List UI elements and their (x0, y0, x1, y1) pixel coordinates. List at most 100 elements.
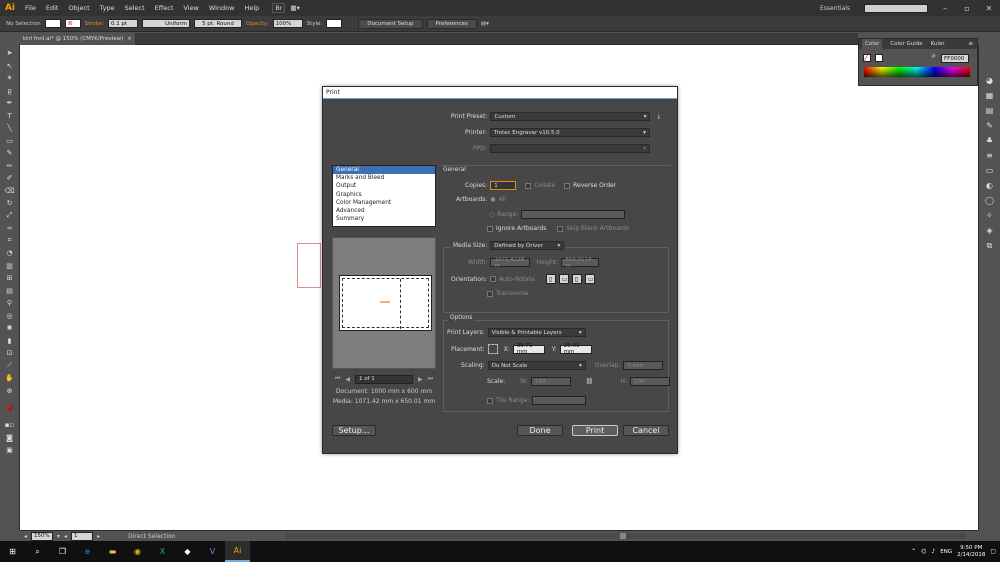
shape-builder-tool-icon[interactable]: ◔ (2, 247, 18, 260)
blend-tool-icon[interactable]: ◎ (2, 310, 18, 323)
symbols-panel-icon[interactable]: ♣ (982, 133, 998, 148)
fill-color-swatch[interactable] (875, 54, 883, 62)
zoom-tool-icon[interactable]: ⊕ (2, 385, 18, 398)
stroke-weight-field[interactable]: 0.1 pt (107, 19, 138, 28)
menu-select[interactable]: Select (120, 4, 150, 12)
menu-type[interactable]: Type (95, 4, 120, 12)
media-size-select[interactable]: Defined by Driver ▾ (490, 241, 565, 250)
tile-range-checkbox[interactable] (487, 397, 493, 404)
hand-tool-icon[interactable]: ✋ (2, 372, 18, 385)
rotate-tool-icon[interactable]: ↻ (2, 197, 18, 210)
document-setup-button[interactable]: Document Setup (358, 18, 423, 29)
excel-icon[interactable]: X (150, 541, 175, 562)
scale-w-field[interactable]: 100 (530, 377, 571, 386)
mesh-tool-icon[interactable]: ⊞ (2, 272, 18, 285)
workspace-switcher[interactable]: Essentials (820, 5, 850, 12)
symbol-sprayer-tool-icon[interactable]: ✺ (2, 322, 18, 335)
scaling-select[interactable]: Do Not Scale ▾ (487, 361, 586, 370)
perspective-grid-tool-icon[interactable]: ▥ (2, 260, 18, 273)
auto-rotate-checkbox[interactable] (489, 276, 496, 282)
line-tool-icon[interactable]: ╲ (2, 122, 18, 135)
first-page-icon[interactable]: ⏮ (335, 375, 340, 383)
prev-artboard-icon[interactable]: ◂ (64, 533, 67, 540)
preferences-button[interactable]: Preferences (426, 18, 477, 29)
skip-blank-checkbox[interactable] (557, 225, 564, 232)
next-page-icon[interactable]: ▶ (418, 376, 423, 383)
menu-help[interactable]: Help (239, 4, 264, 12)
pen-tool-icon[interactable]: ✒ (2, 97, 18, 110)
transverse-checkbox[interactable] (487, 290, 493, 297)
transparency-panel-icon[interactable]: ◐ (982, 178, 998, 193)
illustrator-taskbar-icon[interactable]: Ai (225, 541, 250, 562)
panel-menu-icon[interactable]: ≡ (968, 41, 973, 47)
bridge-icon[interactable]: Br (272, 3, 286, 13)
artboard-tool-icon[interactable]: ⊡ (2, 347, 18, 360)
pencil-tool-icon[interactable]: ✏ (2, 160, 18, 173)
scale-h-field[interactable]: 100 (629, 377, 670, 386)
volume-icon[interactable]: ♪ (931, 548, 935, 555)
app-icon[interactable]: ◆ (175, 541, 200, 562)
menu-edit[interactable]: Edit (41, 4, 64, 12)
task-view-icon[interactable]: ❐ (50, 541, 75, 562)
eyedropper-tool-icon[interactable]: ⚲ (2, 297, 18, 310)
language-indicator[interactable]: ENG (940, 549, 952, 555)
artboards-panel-icon[interactable]: ⧉ (982, 238, 998, 253)
stroke-swatch[interactable]: ☒ (64, 19, 81, 28)
slice-tool-icon[interactable]: ⟋ (2, 360, 18, 373)
tray-chevron-icon[interactable]: ⌃ (911, 548, 916, 555)
screen-mode-icon[interactable]: ▣ (2, 444, 18, 457)
stroke-color-swatch[interactable]: ╱ (863, 54, 871, 62)
category-general[interactable]: General (333, 166, 435, 175)
swatches-panel-icon[interactable]: ▤ (982, 103, 998, 118)
tab-kuler[interactable]: Kuler (931, 41, 945, 47)
opacity-label[interactable]: Opacity: (246, 21, 269, 27)
category-marks-and-bleed[interactable]: Marks and Bleed (333, 174, 435, 182)
zoom-dropdown-icon[interactable]: ▾ (57, 533, 60, 540)
zoom-select[interactable]: 150% (31, 531, 54, 541)
menu-object[interactable]: Object (63, 4, 94, 12)
rectangle-tool-icon[interactable]: ▭ (2, 135, 18, 148)
collate-checkbox[interactable] (525, 182, 532, 189)
hex-field[interactable]: FF0000 (941, 54, 969, 63)
menu-effect[interactable]: Effect (150, 4, 179, 12)
range-radio[interactable]: ○ (489, 211, 494, 218)
visual-studio-icon[interactable]: V (200, 541, 225, 562)
stroke-panel-icon[interactable]: ≡ (982, 148, 998, 163)
horizontal-scroll-thumb[interactable] (620, 533, 626, 539)
horizontal-scrollbar[interactable] (286, 533, 966, 539)
search-input[interactable] (864, 3, 928, 13)
clock[interactable]: 9:50 PM 2/14/2018 (957, 545, 985, 559)
category-summary[interactable]: Summary (333, 215, 435, 223)
last-page-icon[interactable]: ⏭ (428, 375, 433, 383)
all-radio[interactable]: ● (490, 196, 495, 203)
placement-grid-icon[interactable] (487, 344, 498, 354)
tab-color[interactable]: Color (862, 39, 883, 49)
eraser-tool-icon[interactable]: ⌫ (2, 185, 18, 198)
done-button[interactable]: Done (517, 425, 563, 436)
color-mode-icon[interactable]: ▪▫ (2, 419, 18, 432)
network-icon[interactable]: ⌬ (921, 548, 926, 555)
height-field[interactable]: 650.0114 m (561, 257, 600, 269)
style-swatch[interactable] (326, 19, 343, 28)
artboard-number-field[interactable]: 1 (71, 531, 94, 541)
selection-tool-icon[interactable]: ➤ (2, 47, 18, 60)
portrait-orientation-icon[interactable]: ▯ (545, 274, 556, 284)
free-transform-tool-icon[interactable]: ⌗ (2, 235, 18, 248)
chrome-icon[interactable]: ◉ (125, 541, 150, 562)
opacity-field[interactable]: 100% (272, 19, 303, 28)
lasso-tool-icon[interactable]: ϱ (2, 85, 18, 98)
printer-select[interactable]: Trotec Engraver v10.5.0 ▾ (489, 128, 650, 137)
document-tab[interactable]: ktrl fnnl.ai* @ 150% (CMYK/Preview) × (20, 33, 136, 45)
graphic-styles-panel-icon[interactable]: ✧ (982, 208, 998, 223)
column-graph-tool-icon[interactable]: ▮ (2, 335, 18, 348)
maximize-icon[interactable]: ▫ (956, 0, 978, 16)
stroke-label[interactable]: Stroke: (85, 21, 104, 27)
tile-range-field[interactable] (532, 396, 587, 405)
placement-x-field[interactable]: 35.71 mm (512, 343, 545, 355)
flipped-landscape-orientation-icon[interactable]: ▭ (584, 274, 595, 284)
ppd-select[interactable]: ▾ (489, 144, 650, 153)
arrange-icon[interactable]: ▤▾ (481, 21, 489, 27)
notifications-icon[interactable]: ▢ (990, 548, 996, 555)
prev-page-icon[interactable]: ◀ (345, 376, 350, 383)
magic-wand-tool-icon[interactable]: ✶ (2, 72, 18, 85)
